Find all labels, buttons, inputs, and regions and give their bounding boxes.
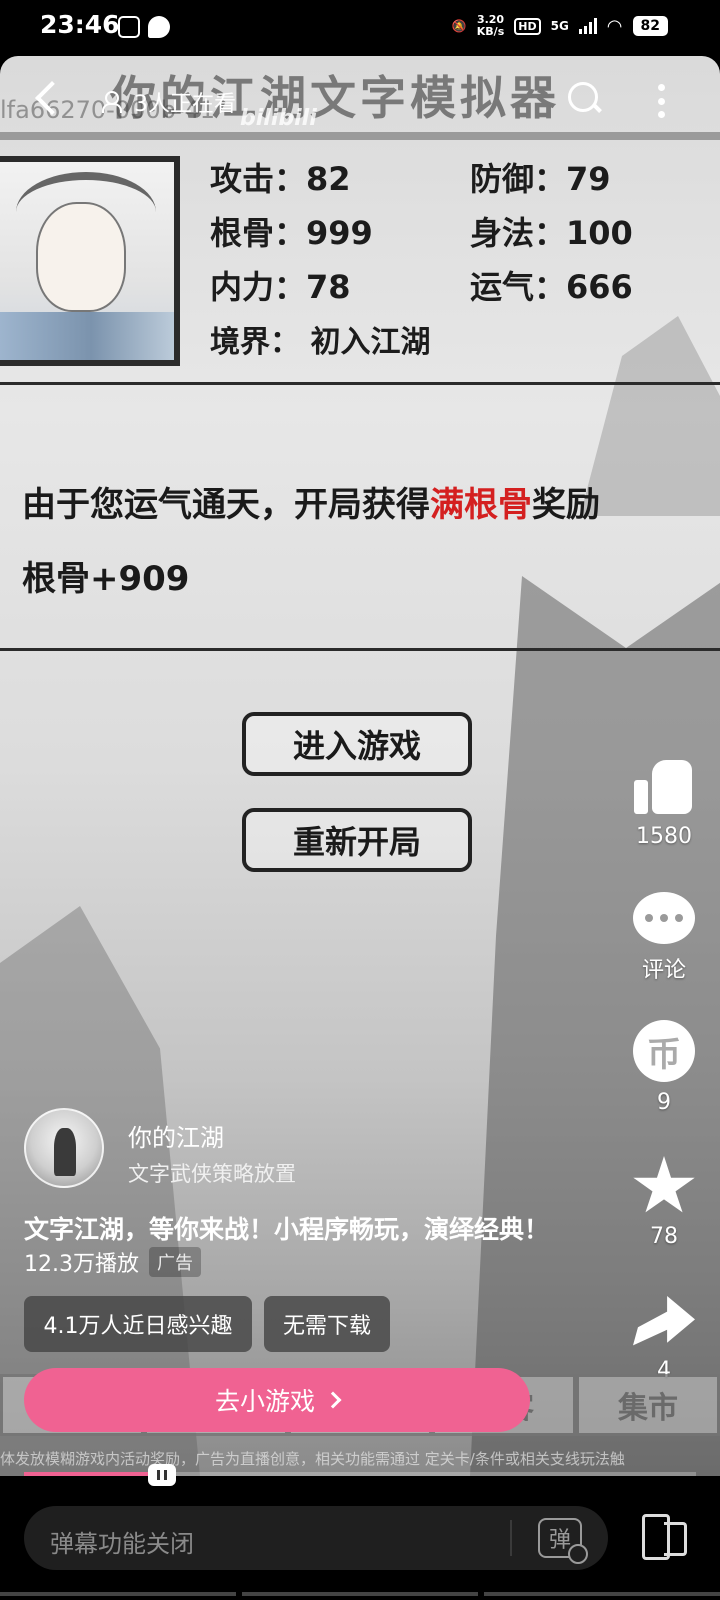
cta-label: 去小游戏 (214, 1387, 315, 1416)
ad-badge: 广告 (149, 1247, 201, 1277)
search-icon[interactable] (566, 80, 602, 116)
coin-icon: 币 (633, 1020, 695, 1082)
portrait-face (36, 202, 126, 312)
speed-unit: KB/s (476, 25, 505, 38)
stat-agility: 身法：100 (470, 214, 633, 252)
favorite-count: 78 (650, 1224, 678, 1249)
coin-button[interactable]: 币 9 (614, 1020, 714, 1115)
status-indicators: 🔕 3.20 KB/s HD 5G ◠ 82 (452, 14, 668, 38)
viewer-count: 3人正在看 (102, 86, 236, 118)
divider-top (0, 382, 720, 385)
author-avatar[interactable] (24, 1108, 104, 1188)
danmaku-divider (510, 1520, 512, 1556)
video-player[interactable]: 你的江湖文字模拟器 lfa66270-000b-41 bilibili 3人正在… (0, 56, 720, 1476)
restart-game-button[interactable]: 重新开局 (242, 808, 472, 872)
author-description: 文字武侠策略放置 (128, 1162, 296, 1186)
video-title: 文字江湖，等你来战！小程序畅玩，演绎经典！ (24, 1215, 550, 1244)
like-button[interactable]: 1580 (614, 756, 714, 849)
progress-fill (24, 1472, 162, 1476)
signal-icon (578, 18, 597, 34)
network-speed: 3.20 KB/s (477, 14, 504, 38)
game-header-band (0, 132, 720, 140)
author-name[interactable]: 你的江湖 (128, 1118, 224, 1153)
notification-icons (118, 16, 170, 38)
like-count: 1580 (636, 824, 692, 849)
bottom-bar: 弹幕功能关闭 弹 (0, 1496, 720, 1600)
danmaku-input[interactable]: 弹幕功能关闭 弹 (24, 1506, 608, 1570)
hd-badge: HD (514, 17, 541, 35)
message-highlight: 满根骨 (430, 485, 532, 525)
disclaimer-ticker: 体发放模糊游戏内活动奖励，广告为直播创意，相关功能需通过 定关卡/条件或相关支线… (0, 1450, 625, 1468)
hero-portrait (0, 156, 180, 366)
app-notification-icon (118, 16, 140, 38)
event-message: 由于您运气通天，开局获得满根骨奖励 根骨+909 (22, 468, 712, 616)
stat-realm: 境界： 初入江湖 (210, 325, 431, 360)
comment-label: 评论 (641, 958, 686, 983)
favorite-button[interactable]: 78 (614, 1156, 714, 1249)
home-indicator (0, 1592, 720, 1596)
divider-bottom (0, 648, 720, 651)
stat-inner-power: 内力：78 (210, 268, 351, 306)
message-bubble-icon (148, 16, 170, 38)
danmaku-placeholder: 弹幕功能关闭 (50, 1530, 194, 1558)
star-icon (633, 1156, 695, 1213)
people-icon (102, 91, 128, 113)
comment-icon (633, 892, 695, 944)
interest-chip[interactable]: 4.1万人近日感兴趣 (24, 1296, 252, 1352)
danmaku-toggle-icon[interactable]: 弹 (538, 1518, 588, 1564)
stat-bone: 根骨：999 (210, 214, 373, 252)
game-tab: 集市 (576, 1374, 720, 1436)
progress-thumb[interactable] (148, 1464, 176, 1486)
network-type: 5G (550, 19, 569, 33)
status-time: 23:46 (40, 10, 120, 39)
bilibili-watermark: bilibili (240, 106, 317, 131)
battery-icon: 82 (632, 16, 668, 36)
more-options-icon[interactable] (658, 84, 666, 118)
comment-button[interactable]: 评论 (614, 892, 714, 984)
share-button[interactable]: 4 (614, 1296, 714, 1383)
portrait-scarf (0, 312, 174, 360)
back-icon[interactable] (30, 82, 64, 116)
wifi-icon: ◠ (606, 15, 623, 37)
enter-game-button[interactable]: 进入游戏 (242, 712, 472, 776)
share-icon (633, 1296, 695, 1346)
play-count: 12.3万播放 (24, 1252, 139, 1277)
message-text: 由于您运气通天，开局获得 (22, 485, 430, 525)
status-bar: 23:46 🔕 3.20 KB/s HD 5G ◠ 82 (0, 0, 720, 56)
viewer-count-label: 3人正在看 (134, 92, 236, 117)
stat-attack: 攻击：82 (210, 160, 351, 198)
stat-defense: 防御：79 (470, 160, 611, 198)
screen-orientation-icon[interactable] (638, 1514, 688, 1560)
coin-count: 9 (657, 1090, 671, 1115)
mute-icon: 🔕 (451, 19, 467, 33)
message-reward: 根骨+909 (22, 559, 190, 599)
no-download-chip[interactable]: 无需下载 (264, 1296, 390, 1352)
message-text-end: 奖励 (532, 485, 600, 525)
open-mini-game-button[interactable]: 去小游戏 (24, 1368, 530, 1432)
stat-luck: 运气：666 (470, 268, 633, 306)
character-stats: 攻击：82 防御：79 根骨：999 身法：100 内力：78 运气：666 境… (210, 150, 690, 366)
chevron-right-icon (324, 1391, 342, 1409)
play-info: 12.3万播放 广告 (24, 1246, 201, 1278)
thumbs-up-icon (634, 756, 694, 816)
